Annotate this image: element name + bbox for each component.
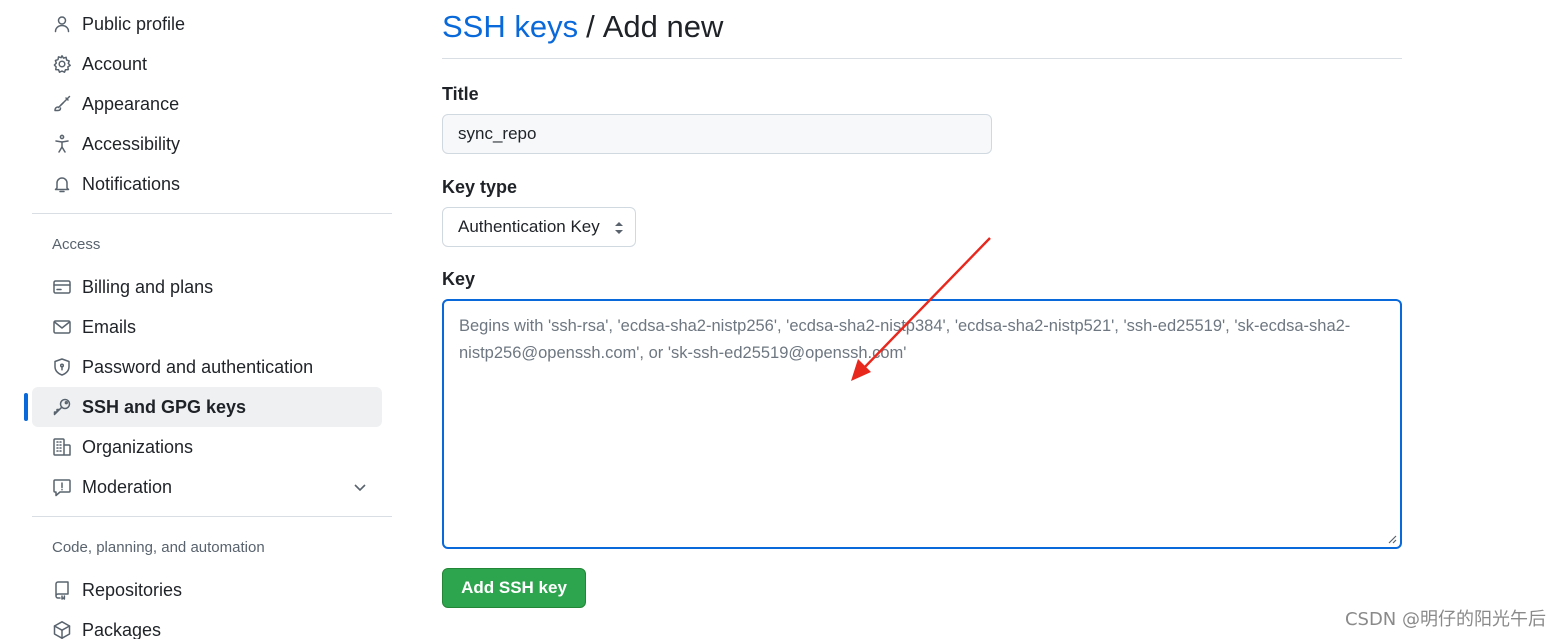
key-type-value: Authentication Key bbox=[458, 217, 600, 236]
report-icon bbox=[52, 477, 72, 497]
title-label: Title bbox=[442, 84, 479, 104]
breadcrumb-separator: / bbox=[586, 9, 595, 44]
sidebar-item-appearance[interactable]: Appearance bbox=[32, 84, 382, 124]
sidebar-item-password[interactable]: Password and authentication bbox=[32, 347, 382, 387]
sidebar-group-access: Access bbox=[52, 236, 101, 253]
sidebar-item-account[interactable]: Account bbox=[32, 44, 382, 84]
sidebar-item-notifications[interactable]: Notifications bbox=[32, 164, 382, 204]
sidebar-item-billing[interactable]: Billing and plans bbox=[32, 267, 382, 307]
key-textarea[interactable]: Begins with 'ssh-rsa', 'ecdsa-sha2-nistp… bbox=[442, 299, 1402, 549]
sidebar-item-label: Emails bbox=[82, 316, 137, 337]
shield-icon bbox=[52, 357, 72, 377]
sidebar-item-label: Repositories bbox=[82, 579, 183, 600]
main-content: SSH keys / Add new Title Key type Authen… bbox=[442, 0, 1402, 608]
breadcrumb-current: Add new bbox=[602, 9, 724, 44]
sidebar-item-emails[interactable]: Emails bbox=[32, 307, 382, 347]
sidebar-item-label: Public profile bbox=[82, 13, 186, 34]
sidebar-item-repositories[interactable]: Repositories bbox=[32, 570, 382, 610]
sidebar-item-label: SSH and GPG keys bbox=[82, 396, 247, 417]
add-ssh-key-button[interactable]: Add SSH key bbox=[442, 568, 586, 608]
resize-handle-icon[interactable] bbox=[1387, 534, 1397, 544]
sidebar-item-label: Organizations bbox=[82, 436, 194, 457]
accessibility-icon bbox=[52, 134, 72, 154]
sidebar-item-organizations[interactable]: Organizations bbox=[32, 427, 382, 467]
repo-icon bbox=[52, 580, 72, 600]
chevron-down-icon[interactable] bbox=[350, 477, 370, 497]
sidebar-item-label: Password and authentication bbox=[82, 356, 314, 377]
sidebar-item-label: Accessibility bbox=[82, 133, 181, 154]
key-type-select[interactable]: Authentication Key bbox=[442, 207, 636, 247]
breadcrumb-ssh-keys[interactable]: SSH keys bbox=[442, 9, 578, 45]
sidebar-item-public-profile[interactable]: Public profile bbox=[32, 4, 382, 44]
sidebar-item-ssh-gpg-keys[interactable]: SSH and GPG keys bbox=[24, 387, 382, 427]
sidebar-item-accessibility[interactable]: Accessibility bbox=[32, 124, 382, 164]
sidebar-item-label: Notifications bbox=[82, 173, 181, 194]
sidebar-item-label: Moderation bbox=[82, 476, 173, 497]
sidebar-item-label: Appearance bbox=[82, 93, 180, 114]
title-input[interactable] bbox=[442, 114, 992, 154]
watermark: CSDN @明仔的阳光午后 bbox=[1344, 609, 1546, 630]
sidebar-item-moderation[interactable]: Moderation bbox=[32, 467, 382, 507]
bell-icon bbox=[52, 174, 72, 194]
sidebar-divider bbox=[32, 516, 392, 517]
select-arrows-icon bbox=[615, 222, 623, 234]
sidebar-item-label: Billing and plans bbox=[82, 276, 214, 297]
sidebar-group-code: Code, planning, and automation bbox=[52, 539, 265, 556]
key-placeholder: Begins with 'ssh-rsa', 'ecdsa-sha2-nistp… bbox=[459, 317, 1351, 362]
key-icon bbox=[52, 397, 72, 417]
key-type-label: Key type bbox=[442, 177, 518, 197]
sidebar-divider bbox=[32, 213, 392, 214]
key-label: Key bbox=[442, 269, 476, 289]
organization-icon bbox=[52, 437, 72, 457]
person-icon bbox=[52, 14, 72, 34]
gear-icon bbox=[52, 54, 72, 74]
settings-sidebar: Public profile Account Appearance Access… bbox=[24, 4, 392, 639]
package-icon bbox=[52, 620, 72, 639]
sidebar-item-label: Account bbox=[82, 53, 148, 74]
credit-card-icon bbox=[52, 277, 72, 297]
mail-icon bbox=[52, 317, 72, 337]
sidebar-item-packages[interactable]: Packages bbox=[32, 610, 382, 639]
sidebar-item-label: Packages bbox=[82, 619, 162, 639]
paintbrush-icon bbox=[52, 94, 72, 114]
page-title: SSH keys / Add new bbox=[442, 0, 1402, 59]
